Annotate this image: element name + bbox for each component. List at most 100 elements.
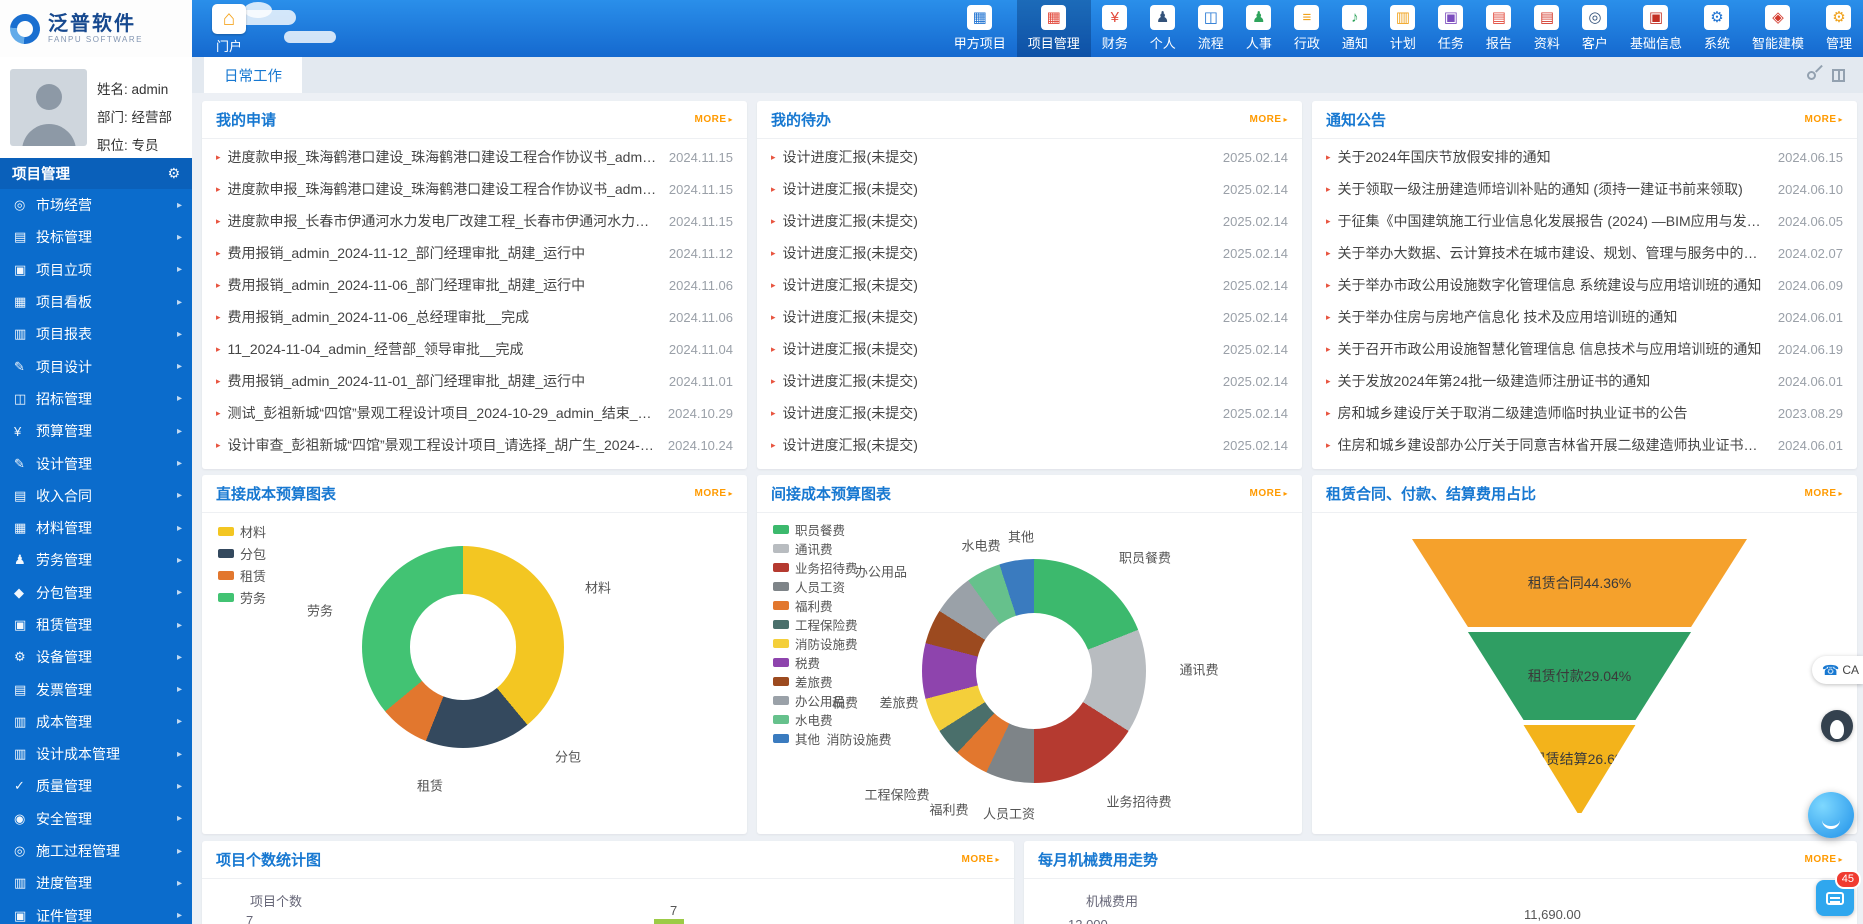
- sidebar-item[interactable]: ▣证件管理▸: [0, 900, 192, 924]
- chat-bubble-button[interactable]: [1808, 792, 1854, 838]
- sidebar-item[interactable]: ▥成本管理▸: [0, 706, 192, 738]
- legend-item[interactable]: 福利费: [773, 596, 858, 615]
- sidebar-item[interactable]: ▦材料管理▸: [0, 512, 192, 544]
- top-nav-item[interactable]: ▦甲方项目: [943, 0, 1017, 57]
- list-item[interactable]: ▸关于召开市政公用设施智慧化管理信息 信息技术与应用培训班的通知2024.06.…: [1312, 333, 1857, 365]
- top-nav-item[interactable]: ¥财务: [1091, 0, 1139, 57]
- legend-item[interactable]: 其他: [773, 729, 858, 748]
- sidebar-item[interactable]: ✓质量管理▸: [0, 770, 192, 802]
- panes-icon[interactable]: [1832, 69, 1845, 82]
- list-item[interactable]: ▸费用报销_admin_2024-11-06_部门经理审批_胡建_运行中2024…: [202, 269, 747, 301]
- list-item[interactable]: ▸设计进度汇报(未提交)2025.02.14: [757, 205, 1302, 237]
- app-logo[interactable]: 泛普软件 FANPU SOFTWARE: [0, 0, 192, 57]
- legend-item[interactable]: 职员餐费: [773, 520, 858, 539]
- sidebar-item[interactable]: ◫招标管理▸: [0, 383, 192, 415]
- list-item[interactable]: ▸进度款申报_珠海鹤港口建设_珠海鹤港口建设工程合作协议书_admin_...2…: [202, 141, 747, 173]
- nav-item-portal[interactable]: ⌂ 门户: [202, 4, 256, 55]
- list-item[interactable]: ▸于征集《中国建筑施工行业信息化发展报告 (2024) —BIM应用与发展》材料…: [1312, 205, 1857, 237]
- list-item[interactable]: ▸关于举办市政公用设施数字化管理信息 系统建设与应用培训班的通知2024.06.…: [1312, 269, 1857, 301]
- more-link[interactable]: MORE▸: [694, 114, 733, 125]
- more-link[interactable]: MORE▸: [1249, 114, 1288, 125]
- sidebar-item[interactable]: ▥进度管理▸: [0, 867, 192, 899]
- list-item[interactable]: ▸房和城乡建设厅关于取消二级建造师临时执业证书的公告2023.08.29: [1312, 397, 1857, 429]
- legend-item[interactable]: 办公用品: [773, 691, 858, 710]
- list-item[interactable]: ▸设计审查_彭祖新城“四馆”景观工程设计项目_请选择_胡广生_2024-10-2…: [202, 429, 747, 461]
- list-item[interactable]: ▸设计进度汇报(未提交)2025.02.14: [757, 429, 1302, 461]
- legend-item[interactable]: 通讯费: [773, 539, 858, 558]
- more-link[interactable]: MORE▸: [1249, 488, 1288, 499]
- more-link[interactable]: MORE▸: [1804, 488, 1843, 499]
- more-link[interactable]: MORE▸: [694, 488, 733, 499]
- top-nav-item[interactable]: ▦项目管理: [1017, 0, 1091, 57]
- sidebar-item[interactable]: ✎项目设计▸: [0, 350, 192, 382]
- list-item[interactable]: ▸费用报销_admin_2024-11-06_总经理审批__完成2024.11.…: [202, 301, 747, 333]
- legend-item[interactable]: 人员工资: [773, 577, 858, 596]
- top-nav-item[interactable]: ⚙系统: [1693, 0, 1741, 57]
- legend-item[interactable]: 材料: [218, 520, 266, 542]
- top-nav-item[interactable]: ▣基础信息: [1619, 0, 1693, 57]
- sidebar-item[interactable]: ✎设计管理▸: [0, 447, 192, 479]
- top-nav-item[interactable]: ▤资料: [1523, 0, 1571, 57]
- sidebar-item[interactable]: ⚙设备管理▸: [0, 641, 192, 673]
- sidebar-item[interactable]: ¥预算管理▸: [0, 415, 192, 447]
- sidebar-item[interactable]: ▤发票管理▸: [0, 673, 192, 705]
- sidebar-item[interactable]: ▤投标管理▸: [0, 221, 192, 253]
- list-item[interactable]: ▸设计进度汇报(未提交)2025.02.14: [757, 269, 1302, 301]
- legend-item[interactable]: 劳务: [218, 586, 266, 608]
- top-nav-item[interactable]: ⚙管理: [1815, 0, 1863, 57]
- list-item[interactable]: ▸住房和城乡建设部办公厅关于同意吉林省开展二级建造师执业证书电子化试点...20…: [1312, 429, 1857, 461]
- sidebar-item[interactable]: ▤收入合同▸: [0, 480, 192, 512]
- list-item[interactable]: ▸设计进度汇报(未提交)2025.02.14: [757, 173, 1302, 205]
- list-item[interactable]: ▸测试_彭祖新城“四馆”景观工程设计项目_2024-10-29_admin_结束…: [202, 397, 747, 429]
- list-item[interactable]: ▸设计进度汇报(未提交)2025.02.14: [757, 333, 1302, 365]
- top-nav-item[interactable]: ◈智能建模: [1741, 0, 1815, 57]
- qq-button[interactable]: [1821, 710, 1853, 742]
- more-link[interactable]: MORE▸: [961, 854, 1000, 865]
- key-icon[interactable]: [1805, 69, 1818, 82]
- sidebar-item[interactable]: ▣租赁管理▸: [0, 609, 192, 641]
- legend-item[interactable]: 分包: [218, 542, 266, 564]
- list-item[interactable]: ▸关于发放2024年第24批一级建造师注册证书的通知2024.06.01: [1312, 365, 1857, 397]
- top-nav-item[interactable]: ▥计划: [1379, 0, 1427, 57]
- legend-item[interactable]: 水电费: [773, 710, 858, 729]
- avatar[interactable]: [10, 69, 87, 146]
- sidebar-item[interactable]: ▥项目报表▸: [0, 318, 192, 350]
- list-item[interactable]: ▸设计进度汇报(未提交)2025.02.14: [757, 301, 1302, 333]
- legend-item[interactable]: 租赁: [218, 564, 266, 586]
- list-item[interactable]: ▸11_2024-11-04_admin_经营部_领导审批__完成2024.11…: [202, 333, 747, 365]
- list-item[interactable]: ▸关于2024年国庆节放假安排的通知2024.06.15: [1312, 141, 1857, 173]
- list-item[interactable]: ▸关于举办大数据、云计算技术在城市建设、规划、管理与服务中的应用培训班...20…: [1312, 237, 1857, 269]
- legend-item[interactable]: 业务招待费: [773, 558, 858, 577]
- tab-daily-work[interactable]: 日常工作: [204, 57, 302, 93]
- list-item[interactable]: ▸设计进度汇报(未提交)2025.02.14: [757, 237, 1302, 269]
- top-nav-item[interactable]: ◎客户: [1571, 0, 1619, 57]
- sidebar-item[interactable]: ◎施工过程管理▸: [0, 835, 192, 867]
- top-nav-item[interactable]: ≡行政: [1283, 0, 1331, 57]
- list-item[interactable]: ▸关于领取一级注册建造师培训补贴的通知 (须持一建证书前来领取)2024.06.…: [1312, 173, 1857, 205]
- sidebar-item[interactable]: ▥设计成本管理▸: [0, 738, 192, 770]
- list-item[interactable]: ▸进度款申报_珠海鹤港口建设_珠海鹤港口建设工程合作协议书_admin_...2…: [202, 173, 747, 205]
- list-item[interactable]: ▸设计进度汇报(未提交)2025.02.14: [757, 397, 1302, 429]
- more-link[interactable]: MORE▸: [1804, 114, 1843, 125]
- legend-item[interactable]: 税费: [773, 653, 858, 672]
- sidebar-item[interactable]: ▦项目看板▸: [0, 286, 192, 318]
- top-nav-item[interactable]: ◫流程: [1187, 0, 1235, 57]
- top-nav-item[interactable]: ♟人事: [1235, 0, 1283, 57]
- list-item[interactable]: ▸关于举办住房与房地产信息化 技术及应用培训班的通知2024.06.01: [1312, 301, 1857, 333]
- top-nav-item[interactable]: ♟个人: [1139, 0, 1187, 57]
- legend-item[interactable]: 差旅费: [773, 672, 858, 691]
- more-link[interactable]: MORE▸: [1804, 854, 1843, 865]
- top-nav-item[interactable]: ▤报告: [1475, 0, 1523, 57]
- list-item[interactable]: ▸设计进度汇报(未提交)2025.02.14: [757, 365, 1302, 397]
- legend-item[interactable]: 消防设施费: [773, 634, 858, 653]
- gear-icon[interactable]: ⚙: [167, 165, 180, 182]
- sidebar-item[interactable]: ◎市场经营▸: [0, 189, 192, 221]
- sidebar-item[interactable]: ◉安全管理▸: [0, 803, 192, 835]
- message-center-button[interactable]: 45: [1816, 880, 1854, 916]
- top-nav-item[interactable]: ▣任务: [1427, 0, 1475, 57]
- list-item[interactable]: ▸设计进度汇报(未提交)2025.02.14: [757, 141, 1302, 173]
- service-phone-button[interactable]: ☎ CA: [1812, 656, 1863, 684]
- top-nav-item[interactable]: ♪通知: [1331, 0, 1379, 57]
- legend-item[interactable]: 工程保险费: [773, 615, 858, 634]
- sidebar-item[interactable]: ▣项目立项▸: [0, 254, 192, 286]
